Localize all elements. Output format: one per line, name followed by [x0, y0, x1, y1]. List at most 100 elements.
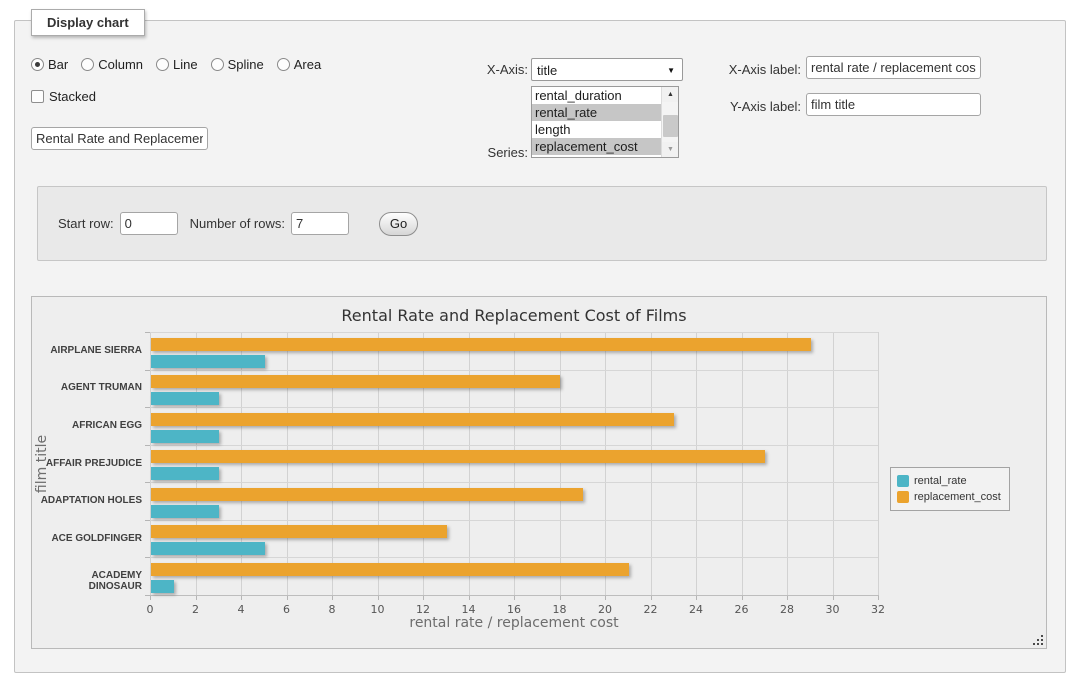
category-label: ADAPTATION HOLES: [37, 495, 142, 506]
y-tick: [145, 407, 150, 408]
page: Display chart Bar Column Line Spline Area St…: [0, 0, 1081, 681]
start-row-label: Start row:: [58, 216, 114, 231]
row-range-panel: Start row: Number of rows: Go: [37, 186, 1047, 261]
gridline: [560, 332, 561, 595]
y-tick: [145, 332, 150, 333]
chart-title-input[interactable]: [31, 127, 208, 150]
bar-replacement_cost[interactable]: [151, 488, 583, 501]
chart-type-column[interactable]: Column: [81, 57, 143, 72]
series-option[interactable]: replacement_cost: [532, 138, 678, 155]
chart-type-bar[interactable]: Bar: [31, 57, 68, 72]
gridline: [469, 332, 470, 595]
legend-item-rental_rate[interactable]: rental_rate: [897, 473, 1001, 489]
stacked-option[interactable]: Stacked: [31, 89, 96, 104]
x-axis-label-caption: X-Axis label:: [705, 62, 801, 77]
gridline: [241, 332, 242, 595]
y-axis-label-input[interactable]: [806, 93, 981, 116]
start-row-input[interactable]: [120, 212, 178, 235]
bar-rental_rate[interactable]: [151, 580, 174, 593]
series-options: rental_durationrental_ratelengthreplacem…: [532, 87, 678, 155]
x-axis-line: [150, 595, 879, 596]
category-label: AFFAIR PREJUDICE: [37, 458, 142, 469]
x-axis-select[interactable]: title ▼: [531, 58, 683, 81]
bar-replacement_cost[interactable]: [151, 525, 447, 538]
gridline: [150, 407, 878, 408]
category-label: AGENT TRUMAN: [37, 382, 142, 393]
radio-icon[interactable]: [156, 58, 169, 71]
chart-type-label: Spline: [228, 57, 264, 72]
gridline: [150, 557, 878, 558]
category-label: AFRICAN EGG: [37, 420, 142, 431]
gridline: [787, 332, 788, 595]
chart-type-radios: Bar Column Line Spline Area: [31, 57, 321, 72]
gridline: [150, 482, 878, 483]
legend-label: replacement_cost: [914, 491, 1001, 503]
chart-type-line[interactable]: Line: [156, 57, 198, 72]
bar-replacement_cost[interactable]: [151, 375, 560, 388]
bar-rental_rate[interactable]: [151, 542, 265, 555]
legend-swatch: [897, 475, 909, 487]
series-scrollbar[interactable]: ▲ ▼: [661, 87, 678, 157]
chart-type-area[interactable]: Area: [277, 57, 321, 72]
gridline: [150, 332, 151, 595]
bar-replacement_cost[interactable]: [151, 450, 765, 463]
gridline: [287, 332, 288, 595]
bar-rental_rate[interactable]: [151, 392, 219, 405]
gridline: [150, 445, 878, 446]
radio-icon[interactable]: [277, 58, 290, 71]
x-axis-title: rental rate / replacement cost: [150, 615, 878, 631]
scroll-down-icon[interactable]: ▼: [662, 142, 679, 157]
chart-legend: rental_rate replacement_cost: [890, 467, 1010, 511]
bar-rental_rate[interactable]: [151, 467, 219, 480]
category-label: AIRPLANE SIERRA: [37, 345, 142, 356]
chart-type-spline[interactable]: Spline: [211, 57, 264, 72]
display-chart-fieldset: Display chart BarColumnLineSplineArea St…: [14, 20, 1066, 673]
y-tick: [145, 520, 150, 521]
stacked-checkbox[interactable]: [31, 90, 44, 103]
gridline: [150, 332, 878, 333]
series-option[interactable]: rental_rate: [532, 104, 678, 121]
gridline: [378, 332, 379, 595]
y-tick: [145, 445, 150, 446]
scroll-up-icon[interactable]: ▲: [662, 87, 679, 102]
num-rows-input[interactable]: [291, 212, 349, 235]
bar-replacement_cost[interactable]: [151, 413, 674, 426]
bar-rental_rate[interactable]: [151, 505, 219, 518]
gridline: [196, 332, 197, 595]
y-tick: [145, 482, 150, 483]
bar-replacement_cost[interactable]: [151, 338, 811, 351]
chart-type-label: Line: [173, 57, 198, 72]
chart-type-label: Area: [294, 57, 321, 72]
legend-item-replacement_cost[interactable]: replacement_cost: [897, 489, 1001, 505]
bar-rental_rate[interactable]: [151, 430, 219, 443]
category-label: ACE GOLDFINGER: [37, 533, 142, 544]
x-axis-label-input[interactable]: [806, 56, 981, 79]
series-listbox[interactable]: rental_durationrental_ratelengthreplacem…: [531, 86, 679, 158]
chart-type-label: Column: [98, 57, 143, 72]
series-option[interactable]: rental_duration: [532, 87, 678, 104]
gridline: [514, 332, 515, 595]
legend-label: rental_rate: [914, 475, 967, 487]
bar-replacement_cost[interactable]: [151, 563, 629, 576]
chart-title: Rental Rate and Replacement Cost of Film…: [150, 306, 878, 325]
go-button[interactable]: Go: [379, 212, 418, 236]
num-rows-label: Number of rows:: [190, 216, 285, 231]
y-tick: [145, 370, 150, 371]
radio-icon[interactable]: [211, 58, 224, 71]
gridline: [605, 332, 606, 595]
radio-icon[interactable]: [31, 58, 44, 71]
series-option[interactable]: length: [532, 121, 678, 138]
scrollbar-thumb[interactable]: [663, 115, 678, 137]
gridline: [878, 332, 879, 595]
fieldset-legend: Display chart: [31, 9, 145, 36]
resize-grip-icon[interactable]: [1032, 634, 1044, 646]
chevron-down-icon: ▼: [667, 66, 675, 75]
gridline: [423, 332, 424, 595]
bar-rental_rate[interactable]: [151, 355, 265, 368]
legend-swatch: [897, 491, 909, 503]
y-axis-title: film title: [34, 384, 50, 544]
x-axis-select-value: title: [537, 63, 557, 78]
gridline: [742, 332, 743, 595]
gridline: [651, 332, 652, 595]
radio-icon[interactable]: [81, 58, 94, 71]
